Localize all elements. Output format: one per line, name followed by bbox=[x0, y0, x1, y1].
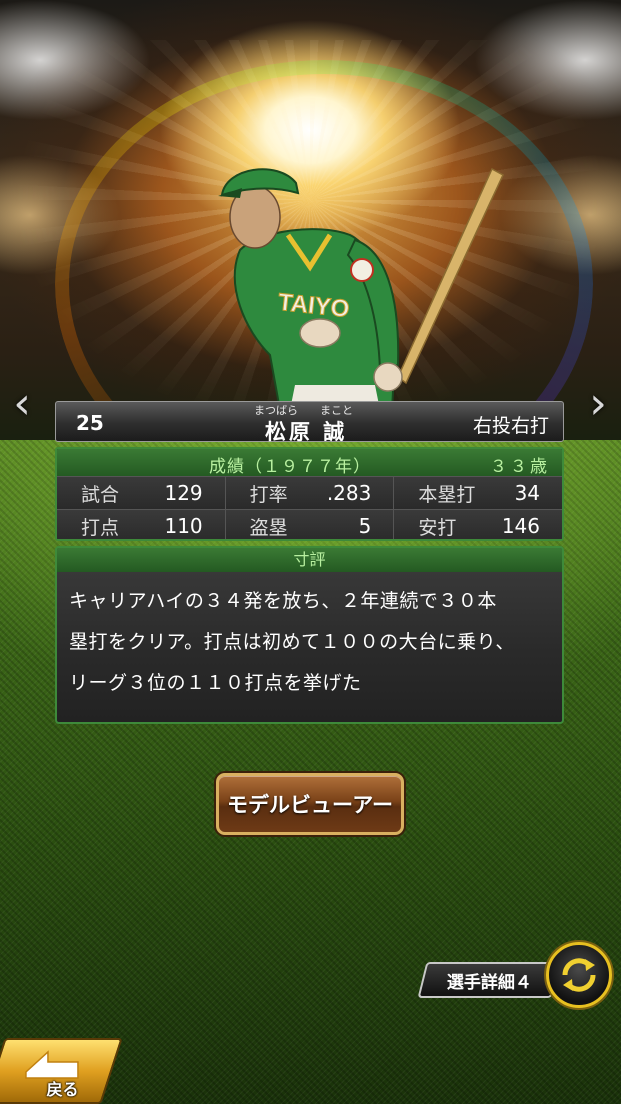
stat-value: .283 bbox=[326, 481, 372, 505]
stat-cell-games: 試合 129 bbox=[57, 477, 225, 509]
stat-label: 試合 bbox=[81, 483, 120, 506]
stat-row: 打点 110 盗塁 5 安打 146 bbox=[57, 509, 562, 539]
stat-label: 盗塁 bbox=[249, 516, 288, 539]
stat-value: 146 bbox=[501, 514, 541, 538]
age-label: ３３歳 bbox=[490, 457, 550, 477]
stat-cell-hits: 安打 146 bbox=[393, 510, 562, 539]
back-label: 戻る bbox=[46, 1080, 79, 1099]
stat-cell-rbi: 打点 110 bbox=[57, 510, 225, 539]
player-detail-tab[interactable]: 選手詳細４ bbox=[417, 962, 561, 998]
uniform-number: 25 bbox=[76, 411, 104, 435]
comment-text: キャリアハイの３４発を放ち、２年連続で３０本 塁打をクリア。打点は初めて１００の… bbox=[69, 590, 515, 694]
comment-panel: 寸評 キャリアハイの３４発を放ち、２年連続で３０本 塁打をクリア。打点は初めて１… bbox=[55, 546, 564, 724]
player-name: 松原 誠 bbox=[265, 420, 348, 444]
player-name-bar: 25 まつばら まこと 松原 誠 右投右打 bbox=[55, 401, 564, 444]
stats-header: 成績（１９７７年） ３３歳 bbox=[57, 449, 562, 477]
player-image: TAIYO bbox=[218, 167, 504, 410]
stat-label: 打点 bbox=[81, 516, 120, 539]
stat-label: 本塁打 bbox=[418, 483, 476, 506]
cycle-detail-button[interactable] bbox=[546, 942, 612, 1008]
stat-cell-homeruns: 本塁打 34 bbox=[393, 477, 562, 509]
stat-row: 試合 129 打率 .283 本塁打 34 bbox=[57, 476, 562, 509]
prev-player-arrow[interactable]: ‹ bbox=[4, 380, 40, 428]
stat-cell-steals: 盗塁 5 bbox=[224, 510, 394, 539]
player-detail-label: 選手詳細４ bbox=[446, 972, 532, 993]
back-button[interactable]: 戻る bbox=[0, 1038, 123, 1104]
stat-value: 5 bbox=[358, 514, 372, 538]
comment-title: 寸評 bbox=[57, 548, 562, 572]
stat-cell-average: 打率 .283 bbox=[224, 477, 394, 509]
stat-label: 打率 bbox=[249, 483, 288, 506]
stat-value: 129 bbox=[164, 481, 203, 505]
stat-value: 34 bbox=[514, 481, 541, 505]
stat-label: 安打 bbox=[418, 516, 457, 539]
stat-value: 110 bbox=[164, 514, 203, 538]
cycle-arrows-icon bbox=[562, 958, 596, 992]
next-player-arrow[interactable]: › bbox=[580, 380, 616, 428]
throw-bat-info: 右投右打 bbox=[472, 415, 549, 437]
season-label: 成績（１９７７年） bbox=[209, 457, 371, 477]
model-viewer-button[interactable]: モデルビューアー bbox=[216, 773, 404, 835]
stats-panel: 成績（１９７７年） ３３歳 試合 129 打率 .283 本塁打 34 打点 1… bbox=[55, 447, 564, 541]
